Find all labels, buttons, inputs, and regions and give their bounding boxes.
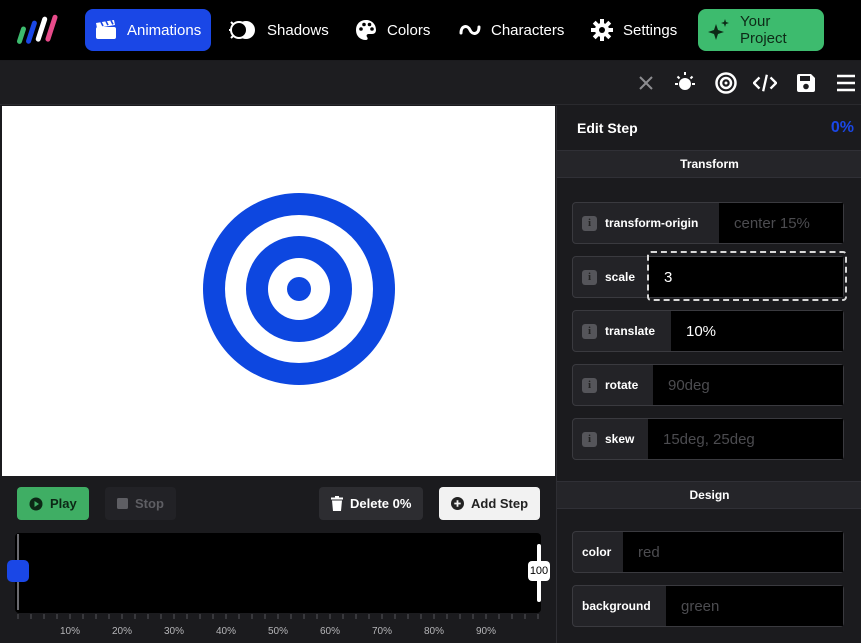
- tilde-icon: [459, 25, 481, 35]
- info-icon[interactable]: i: [582, 269, 597, 285]
- tick-label: 60%: [319, 626, 341, 637]
- prop-label-text: translate: [605, 324, 656, 338]
- timeline-ruler: 10% 20% 30% 40% 50% 60% 70% 80% 90%: [15, 614, 541, 643]
- ruler-ticks: [17, 614, 539, 619]
- prop-label-text: skew: [605, 432, 635, 446]
- info-icon[interactable]: i: [582, 431, 597, 447]
- nav-shadows-label: Shadows: [267, 21, 329, 39]
- color-input[interactable]: [623, 532, 843, 572]
- section-transform: Transform: [557, 150, 861, 178]
- tick-label: 80%: [423, 626, 445, 637]
- save-icon[interactable]: [794, 71, 818, 95]
- prop-rotate: i rotate: [572, 364, 844, 406]
- play-icon: [29, 497, 43, 510]
- nav-colors[interactable]: Colors: [345, 9, 440, 51]
- nav-settings-label: Settings: [623, 21, 678, 39]
- clapperboard-icon: [96, 20, 116, 39]
- sparkles-icon: [708, 19, 729, 40]
- prop-translate: i translate: [572, 310, 844, 352]
- prop-label: i scale: [582, 257, 635, 297]
- your-project-button[interactable]: Your Project: [698, 9, 824, 51]
- nav-shadows[interactable]: Shadows: [219, 9, 339, 51]
- prop-label: background: [582, 586, 651, 626]
- prop-label: i transform-origin: [582, 203, 698, 243]
- nav-settings[interactable]: Settings: [581, 9, 687, 51]
- tick-label: 70%: [371, 626, 393, 637]
- prop-label: i rotate: [582, 365, 638, 405]
- top-navigation: Animations Shadows Colors Characters Set…: [0, 0, 861, 60]
- nav-characters-label: Characters: [491, 21, 565, 39]
- shadow-icon: [229, 21, 255, 39]
- tick-label: 50%: [267, 626, 289, 637]
- tick-label: 90%: [475, 626, 497, 637]
- tick-label: 20%: [111, 626, 133, 637]
- menu-icon[interactable]: [834, 71, 858, 95]
- prop-label-text: transform-origin: [605, 216, 699, 230]
- edit-step-panel: Edit Step 0% Transform i transform-origi…: [556, 106, 861, 643]
- delete-step-label: Delete 0%: [350, 496, 412, 511]
- app-logo-icon[interactable]: [16, 12, 60, 48]
- prop-transform-origin: i transform-origin: [572, 202, 844, 244]
- info-icon[interactable]: i: [582, 323, 597, 339]
- toolbar: [0, 61, 861, 105]
- prop-label-text: background: [582, 599, 651, 613]
- prop-background: background: [572, 585, 844, 627]
- info-icon[interactable]: i: [582, 377, 597, 393]
- panel-header: Edit Step 0%: [557, 106, 861, 150]
- step-percent: 0%: [830, 119, 854, 136]
- code-icon[interactable]: [753, 71, 777, 95]
- rotate-input[interactable]: [653, 365, 843, 405]
- target-preview-icon: [203, 193, 395, 385]
- delete-step-button[interactable]: Delete 0%: [319, 487, 424, 520]
- gear-icon: [591, 19, 613, 41]
- tick-label: 30%: [163, 626, 185, 637]
- prop-label: i skew: [582, 419, 634, 459]
- timeline-controls: Play Stop Delete 0% Add Step 100 10% 20%…: [0, 478, 556, 643]
- prop-label-text: scale: [605, 270, 636, 284]
- prop-label-text: rotate: [605, 378, 639, 392]
- add-step-label: Add Step: [471, 496, 529, 511]
- prop-skew: i skew: [572, 418, 844, 460]
- start-step-handle[interactable]: [7, 560, 29, 582]
- nav-animations-label: Animations: [127, 21, 202, 39]
- close-icon[interactable]: [634, 71, 658, 95]
- info-icon[interactable]: i: [582, 215, 597, 231]
- brightness-icon[interactable]: [673, 71, 697, 95]
- preview-stage: [2, 106, 555, 476]
- target-icon[interactable]: [714, 71, 738, 95]
- prop-label: i translate: [582, 311, 655, 351]
- timeline-track[interactable]: [15, 533, 541, 613]
- nav-colors-label: Colors: [387, 21, 431, 39]
- plus-circle-icon: [451, 497, 464, 510]
- section-design: Design: [557, 481, 861, 509]
- add-step-button[interactable]: Add Step: [439, 487, 541, 520]
- nav-characters[interactable]: Characters: [449, 9, 574, 51]
- transform-origin-input[interactable]: [719, 203, 843, 243]
- stop-icon: [117, 498, 128, 509]
- scale-focus-ring: [647, 251, 847, 301]
- translate-input[interactable]: [671, 311, 843, 351]
- tick-label: 40%: [215, 626, 237, 637]
- panel-title: Edit Step: [577, 120, 638, 136]
- stop-button[interactable]: Stop: [105, 487, 176, 520]
- stop-label: Stop: [135, 496, 164, 511]
- background-input[interactable]: [666, 586, 843, 626]
- play-button[interactable]: Play: [17, 487, 89, 520]
- nav-animations[interactable]: Animations: [85, 9, 212, 51]
- trash-icon: [331, 496, 343, 511]
- end-step-handle[interactable]: 100: [528, 561, 550, 581]
- prop-label-text: color: [582, 545, 612, 559]
- skew-input[interactable]: [648, 419, 843, 459]
- prop-color: color: [572, 531, 844, 573]
- prop-label: color: [582, 532, 611, 572]
- tick-label: 10%: [59, 626, 81, 637]
- your-project-label: Your Project: [740, 13, 787, 47]
- palette-icon: [356, 20, 376, 40]
- play-label: Play: [50, 496, 77, 511]
